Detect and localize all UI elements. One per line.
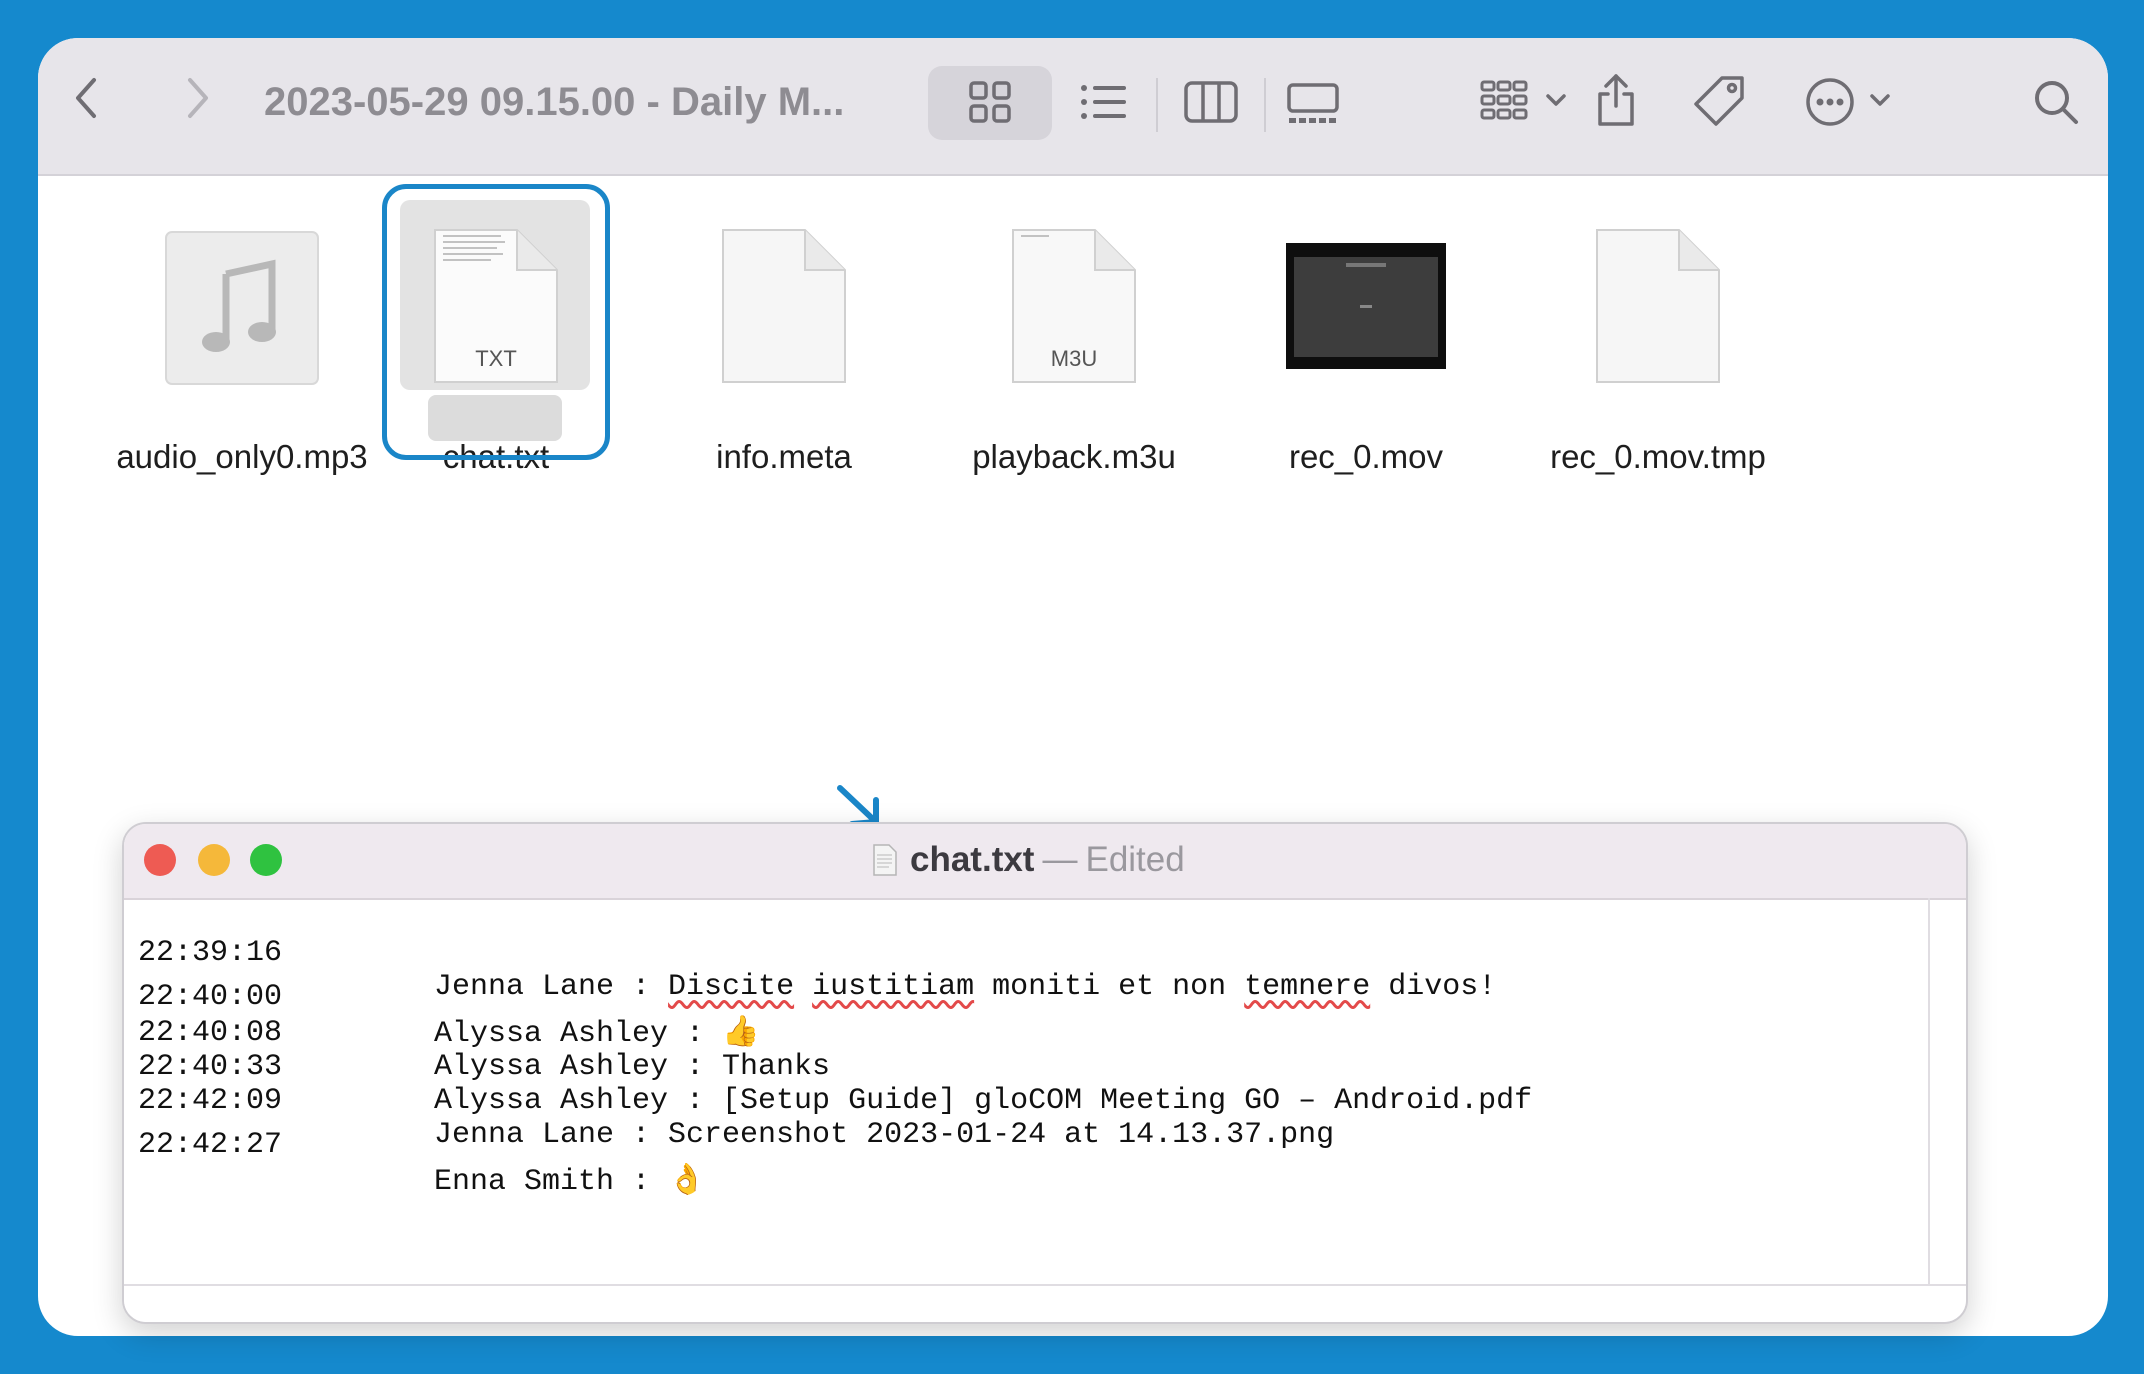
document-name: chat.txt xyxy=(910,840,1035,879)
file-label: rec_0.mov.tmp xyxy=(1550,438,1766,475)
chat-message: Alyssa Ashley : Thanks xyxy=(434,1050,831,1084)
generic-file-icon xyxy=(634,196,934,416)
file-info[interactable]: info.meta xyxy=(634,196,934,496)
close-button[interactable] xyxy=(144,844,176,876)
file-video[interactable]: rec_0.mov xyxy=(1216,196,1516,496)
zoom-button[interactable] xyxy=(250,844,282,876)
file-label: info.meta xyxy=(716,438,852,475)
document-icon xyxy=(872,843,898,886)
chat-message: Alyssa Ashley : [Setup Guide] gloCOM Mee… xyxy=(434,1084,1533,1118)
title-separator: — xyxy=(1042,840,1078,879)
text-content[interactable]: 22:39:16 Jenna Lane : Discite iustitiam … xyxy=(138,902,1928,1284)
file-label: rec_0.mov xyxy=(1288,438,1444,475)
selection-highlight-frame xyxy=(382,184,610,460)
text-editor-window: chat.txt — Edited 22:39:16 Jenna Lane : Di… xyxy=(122,822,1968,1324)
file-playlist[interactable]: M3U playback.m3u xyxy=(924,196,1224,496)
chat-message: Alyssa Ashley : 👍 xyxy=(434,1017,760,1051)
vertical-scrollbar[interactable] xyxy=(1928,898,1930,1286)
playlist-file-icon: M3U xyxy=(924,196,1224,416)
toolbar-divider xyxy=(1156,78,1158,132)
chat-time: 22:42:27 xyxy=(138,1128,283,1162)
back-icon[interactable] xyxy=(66,66,106,130)
column-view-icon[interactable] xyxy=(1184,80,1238,124)
chat-message: Jenna Lane : Discite iustitiam moniti et… xyxy=(434,970,1497,1004)
minimize-button[interactable] xyxy=(198,844,230,876)
editor-titlebar[interactable]: chat.txt — Edited xyxy=(124,824,1966,900)
finder-toolbar: 2023-05-29 09.15.00 - Daily M... xyxy=(38,38,2108,176)
group-icon[interactable] xyxy=(1480,78,1570,126)
file-label: playback.m3u xyxy=(972,438,1176,475)
horizontal-scrollbar[interactable] xyxy=(124,1284,1966,1322)
folder-title: 2023-05-29 09.15.00 - Daily M... xyxy=(264,80,845,124)
forward-icon[interactable] xyxy=(178,66,218,130)
misspelled-word: iustitiam xyxy=(812,970,975,1004)
file-tmp[interactable]: rec_0.mov.tmp xyxy=(1508,196,1808,496)
grid-view-icon xyxy=(968,80,1012,124)
share-icon[interactable] xyxy=(1592,72,1640,128)
chat-line: 22:42:27 Enna Smith : 👌 xyxy=(138,1094,705,1230)
misspelled-word: temnere xyxy=(1244,970,1371,1004)
chat-message: Enna Smith : 👌 xyxy=(434,1165,706,1199)
misspelled-word: Discite xyxy=(668,970,795,1004)
edited-status: Edited xyxy=(1085,840,1185,879)
toolbar-divider xyxy=(1264,78,1266,132)
list-view-icon[interactable] xyxy=(1080,82,1128,122)
more-icon[interactable] xyxy=(1804,76,1896,128)
search-icon[interactable] xyxy=(2032,78,2082,128)
m3u-badge: M3U xyxy=(1051,346,1097,371)
chat-message: Jenna Lane : Screenshot 2023-01-24 at 14… xyxy=(434,1118,1335,1152)
gallery-view-icon[interactable] xyxy=(1286,82,1340,126)
video-thumbnail-icon xyxy=(1216,196,1516,416)
generic-file-icon xyxy=(1508,196,1808,416)
editor-title: chat.txt — Edited xyxy=(872,840,1185,886)
tag-icon[interactable] xyxy=(1692,74,1748,130)
